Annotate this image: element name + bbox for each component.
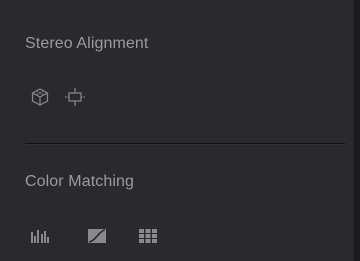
stereo-alignment-title: Stereo Alignment	[25, 35, 149, 52]
grid-match-icon[interactable]	[137, 226, 159, 246]
curve-match-icon[interactable]	[86, 226, 108, 246]
stereo-cube-icon[interactable]	[29, 86, 51, 108]
tool-panel: Stereo Alignment Color Matching	[0, 0, 355, 261]
stereo-align-icon[interactable]	[63, 85, 87, 109]
section-divider	[25, 143, 345, 145]
panel-edge	[355, 0, 360, 261]
color-matching-title: Color Matching	[25, 173, 135, 190]
histogram-match-icon[interactable]	[29, 226, 51, 246]
